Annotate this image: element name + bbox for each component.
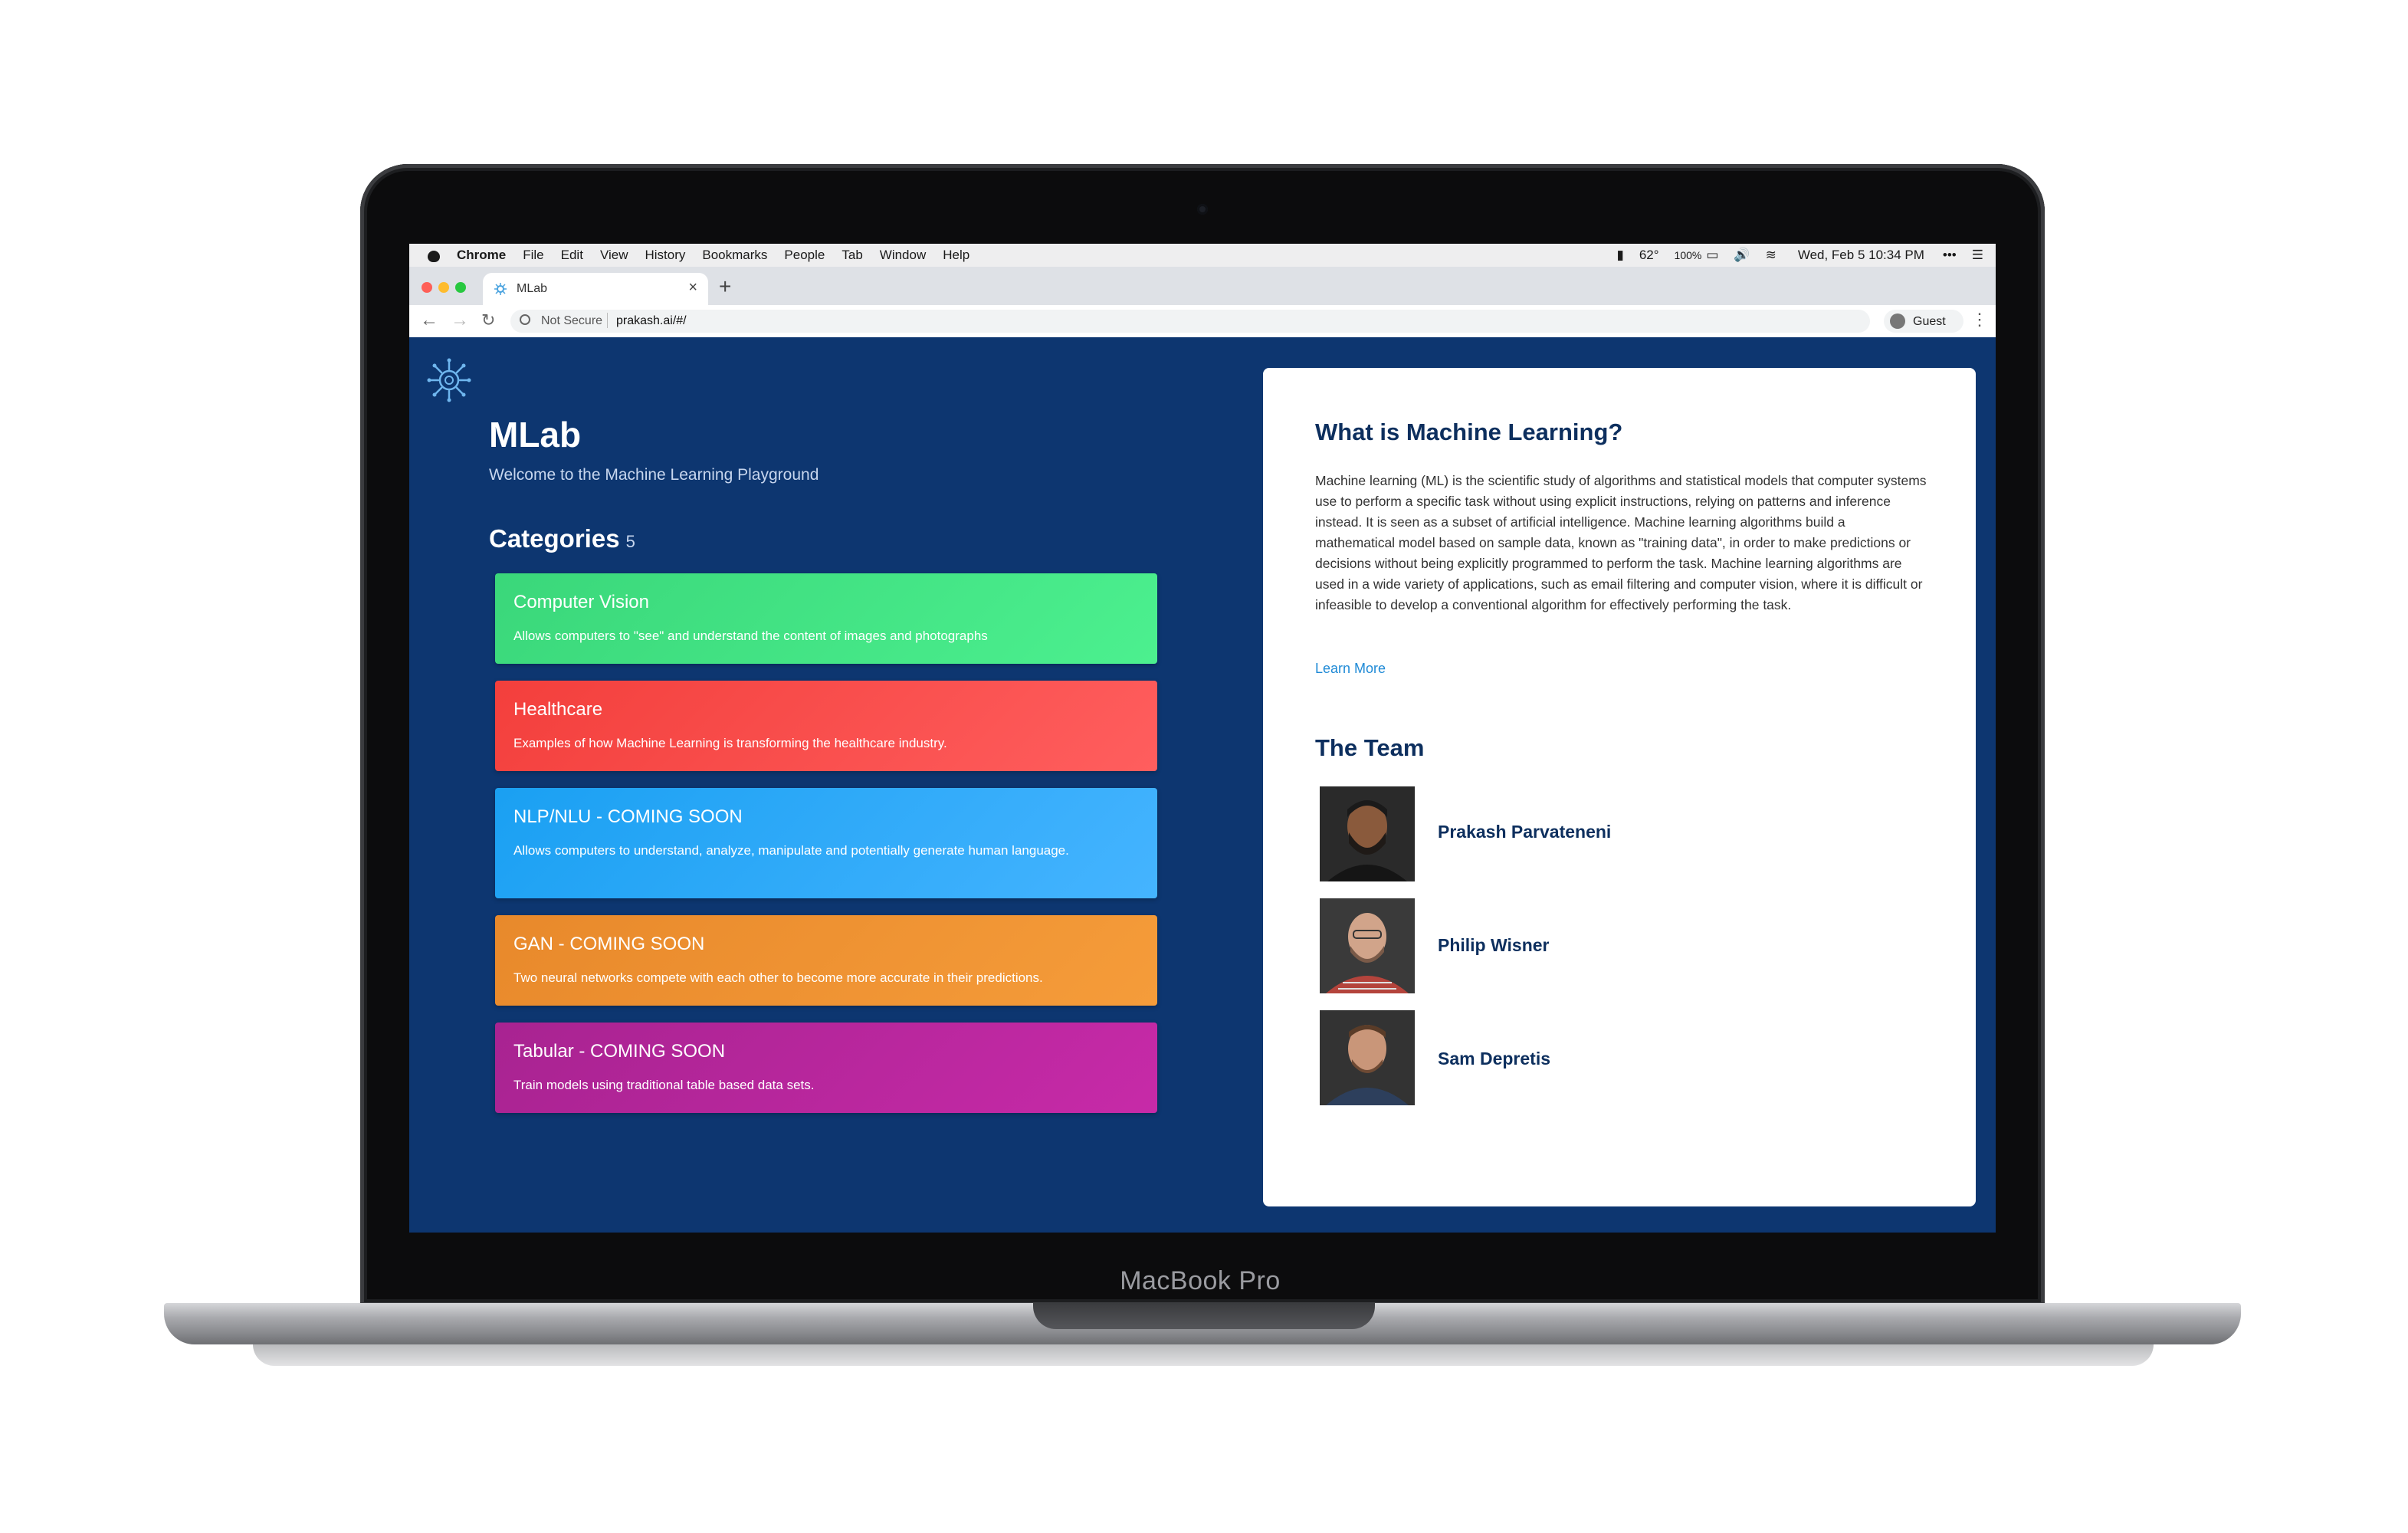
ml-heading: What is Machine Learning?	[1315, 419, 1623, 445]
temperature: 62°	[1639, 248, 1659, 262]
category-title: Healthcare	[513, 699, 603, 720]
team-member-name: Prakash Parvateneni	[1438, 822, 1612, 842]
apple-icon[interactable]	[426, 248, 441, 262]
clock[interactable]: Wed, Feb 5 10:34 PM	[1798, 248, 1924, 263]
menu-help[interactable]: Help	[943, 248, 969, 263]
categories-count: 5	[625, 532, 635, 551]
learn-more-link[interactable]: Learn More	[1315, 661, 1386, 677]
category-title: NLP/NLU - COMING SOON	[513, 806, 743, 827]
laptop-label: MacBook Pro	[1120, 1266, 1281, 1295]
address-bar: ← → ↻ Not Secure prakash.ai/#/ Guest ⋮	[409, 305, 1996, 338]
battery-percent: 100%	[1674, 249, 1702, 261]
minimize-window-button[interactable]	[438, 282, 449, 293]
categories-heading-text: Categories	[489, 524, 620, 553]
menu-file[interactable]: File	[523, 248, 543, 263]
category-description: Allows computers to understand, analyze,…	[513, 843, 1069, 858]
volume-icon[interactable]: 🔊	[1734, 248, 1750, 263]
category-description: Examples of how Machine Learning is tran…	[513, 736, 947, 750]
team-member-name: Sam Depretis	[1438, 1049, 1551, 1069]
team-photo-philip	[1320, 898, 1415, 993]
tab-strip: MLab × +	[409, 267, 1996, 305]
close-window-button[interactable]	[422, 282, 432, 293]
category-card-tabular[interactable]: Tabular - COMING SOON Train models using…	[495, 1023, 1157, 1113]
url-text[interactable]: prakash.ai/#/	[616, 314, 687, 328]
team-photo-sam	[1320, 1010, 1415, 1105]
category-description: Two neural networks compete with each ot…	[513, 970, 1043, 985]
ml-description: Machine learning (ML) is the scientific …	[1315, 473, 1927, 612]
category-card-healthcare[interactable]: Healthcare Examples of how Machine Learn…	[495, 681, 1157, 771]
menu-history[interactable]: History	[645, 248, 685, 263]
close-tab-icon[interactable]: ×	[688, 279, 697, 297]
chrome-menu-icon[interactable]: ⋮	[1971, 310, 1988, 330]
control-center-icon[interactable]: ☰	[1972, 248, 1983, 263]
profile-button[interactable]: Guest	[1884, 310, 1963, 333]
reload-icon[interactable]: ↻	[481, 310, 495, 331]
menu-app-name[interactable]: Chrome	[457, 248, 506, 263]
back-arrow-icon[interactable]: ←	[420, 310, 438, 331]
profile-label: Guest	[1913, 315, 1946, 328]
categories-heading: Categories 5	[489, 524, 635, 553]
thermometer-icon[interactable]: ▮	[1616, 248, 1623, 263]
more-icon[interactable]: •••	[1943, 248, 1957, 263]
screen: Chrome File Edit View History Bookmarks …	[409, 244, 1996, 1233]
battery-icon[interactable]: ▭	[1706, 248, 1718, 263]
menu-view[interactable]: View	[600, 248, 628, 263]
category-description: Train models using traditional table bas…	[513, 1078, 815, 1092]
menu-edit[interactable]: Edit	[561, 248, 583, 263]
category-title: Tabular - COMING SOON	[513, 1041, 726, 1062]
category-card-nlp[interactable]: NLP/NLU - COMING SOON Allows computers t…	[495, 788, 1157, 898]
category-title: Computer Vision	[513, 592, 649, 612]
team-heading: The Team	[1315, 734, 1425, 761]
menu-tab[interactable]: Tab	[841, 248, 862, 263]
wifi-icon[interactable]: ≋	[1766, 248, 1776, 263]
mlab-favicon-icon	[494, 283, 507, 295]
page-subtitle: Welcome to the Machine Learning Playgrou…	[489, 466, 819, 484]
omnibox[interactable]: Not Secure prakash.ai/#/	[510, 310, 1870, 333]
category-description: Allows computers to "see" and understand…	[513, 629, 988, 643]
zoom-window-button[interactable]	[455, 282, 466, 293]
mac-menubar: Chrome File Edit View History Bookmarks …	[409, 244, 1996, 267]
camera	[1197, 204, 1208, 215]
page-content: MLab Welcome to the Machine Learning Pla…	[409, 337, 1996, 1233]
menu-window[interactable]: Window	[880, 248, 926, 263]
omnibox-divider	[607, 313, 608, 328]
info-panel: What is Machine Learning? Machine learni…	[1263, 368, 1976, 1206]
mlab-logo-icon[interactable]	[426, 357, 472, 403]
profile-avatar-icon	[1890, 313, 1905, 329]
forward-arrow-icon[interactable]: →	[451, 310, 469, 331]
menubar-status: ▮ 62° 100% ▭ 🔊 ≋ Wed, Feb 5 10:34 PM •••…	[1616, 244, 1996, 267]
security-label[interactable]: Not Secure	[541, 314, 602, 328]
tab-mlab[interactable]: MLab ×	[483, 273, 708, 305]
category-card-computer-vision[interactable]: Computer Vision Allows computers to "see…	[495, 573, 1157, 664]
new-tab-button[interactable]: +	[719, 276, 731, 297]
category-card-gan[interactable]: GAN - COMING SOON Two neural networks co…	[495, 915, 1157, 1006]
tab-title: MLab	[517, 282, 548, 295]
category-title: GAN - COMING SOON	[513, 934, 705, 954]
team-member-name: Philip Wisner	[1438, 935, 1550, 955]
page-title: MLab	[489, 415, 582, 455]
menu-bookmarks[interactable]: Bookmarks	[702, 248, 767, 263]
team-photo-prakash	[1320, 786, 1415, 881]
laptop-base-shadow	[253, 1344, 2154, 1366]
menu-people[interactable]: People	[784, 248, 825, 263]
laptop-notch	[1033, 1303, 1375, 1329]
info-icon[interactable]	[520, 314, 530, 325]
